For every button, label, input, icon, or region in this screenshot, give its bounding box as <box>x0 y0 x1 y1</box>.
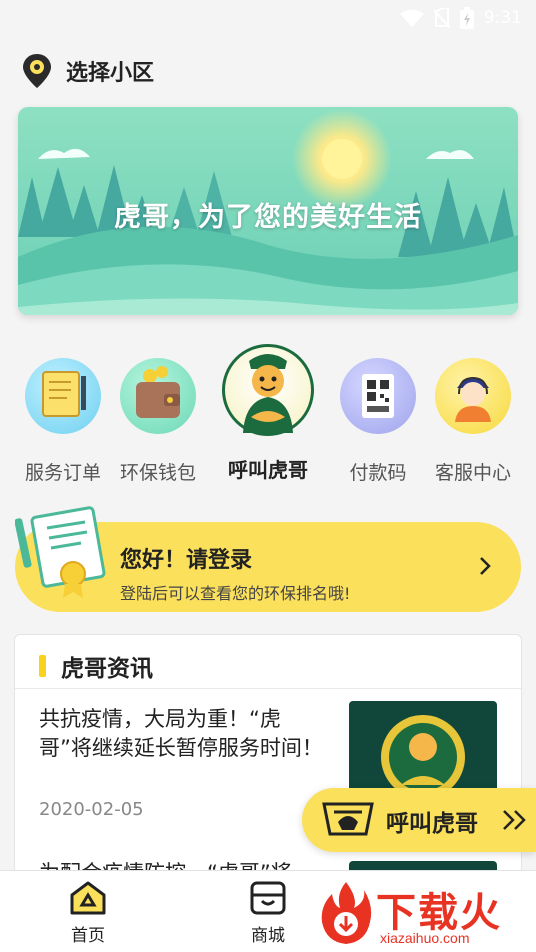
divider <box>15 688 521 689</box>
location-label: 选择小区 <box>66 61 155 86</box>
login-subtitle: 登陆后可以查看您的环保排名哦! <box>120 584 351 603</box>
login-card[interactable]: 您好！请登录 登陆后可以查看您的环保排名哦! <box>15 506 521 612</box>
qr-code-icon <box>340 358 416 434</box>
battery-icon <box>459 7 474 29</box>
watermark: 下载火 xiazaihuo.com <box>314 876 536 952</box>
chevron-right-icon <box>480 557 491 575</box>
news-thumbnail <box>349 701 497 801</box>
quick-action-eco-wallet[interactable]: 环保钱包 <box>103 340 213 485</box>
tab-label: 首页 <box>71 926 105 946</box>
quick-action-label: 服务订单 <box>24 462 101 484</box>
banner[interactable]: 虎哥，为了您的美好生活 <box>18 107 518 315</box>
quick-action-service-orders[interactable]: 服务订单 <box>8 340 118 485</box>
tab-label: 商城 <box>251 926 285 946</box>
document-icon <box>25 358 101 434</box>
news-section-title: 虎哥资讯 <box>61 656 153 682</box>
tab-store[interactable]: 商城 <box>228 881 308 946</box>
location-selector[interactable]: 选择小区 <box>20 52 154 90</box>
float-button-label: 呼叫虎哥 <box>386 811 478 837</box>
quick-action-label: 付款码 <box>349 462 407 484</box>
quick-action-customer-service[interactable]: 客服中心 <box>418 340 528 485</box>
login-title: 您好！请登录 <box>120 548 253 573</box>
location-pin-icon <box>23 54 51 88</box>
customer-service-icon <box>435 358 511 434</box>
news-date: 2020-02-05 <box>39 799 144 820</box>
quick-action-label: 客服中心 <box>434 462 511 484</box>
home-icon <box>70 881 106 915</box>
wallet-icon <box>120 358 196 434</box>
no-sim-icon <box>433 8 450 28</box>
flame-logo-icon <box>321 882 372 944</box>
banner-slogan: 虎哥，为了您的美好生活 <box>114 202 422 233</box>
certificate-icon <box>15 506 106 598</box>
double-chevron-right-icon <box>503 810 526 830</box>
call-tiger-float-button[interactable]: 呼叫虎哥 <box>302 788 536 852</box>
news-headline: 共抗疫情，大局为重！“虎哥”将继续延长暂停服务时间！ <box>39 707 323 760</box>
store-icon <box>250 881 286 915</box>
watermark-url: xiazaihuo.com <box>380 930 470 946</box>
status-bar: 9:31 <box>0 0 536 36</box>
quick-actions: 服务订单 环保钱包 呼叫虎哥 付款码 客服中心 <box>0 340 536 500</box>
tab-home[interactable]: 首页 <box>48 881 128 946</box>
quick-action-call-tiger[interactable]: 呼叫虎哥 <box>213 340 323 483</box>
status-time: 9:31 <box>483 8 522 28</box>
quick-action-label: 环保钱包 <box>119 462 196 484</box>
quick-action-label: 呼叫虎哥 <box>228 458 308 482</box>
tiger-mascot-icon <box>222 344 314 436</box>
tiger-badge-icon <box>322 802 374 836</box>
quick-action-payment-code[interactable]: 付款码 <box>323 340 433 485</box>
section-marker <box>39 655 46 677</box>
wifi-icon <box>399 9 424 27</box>
